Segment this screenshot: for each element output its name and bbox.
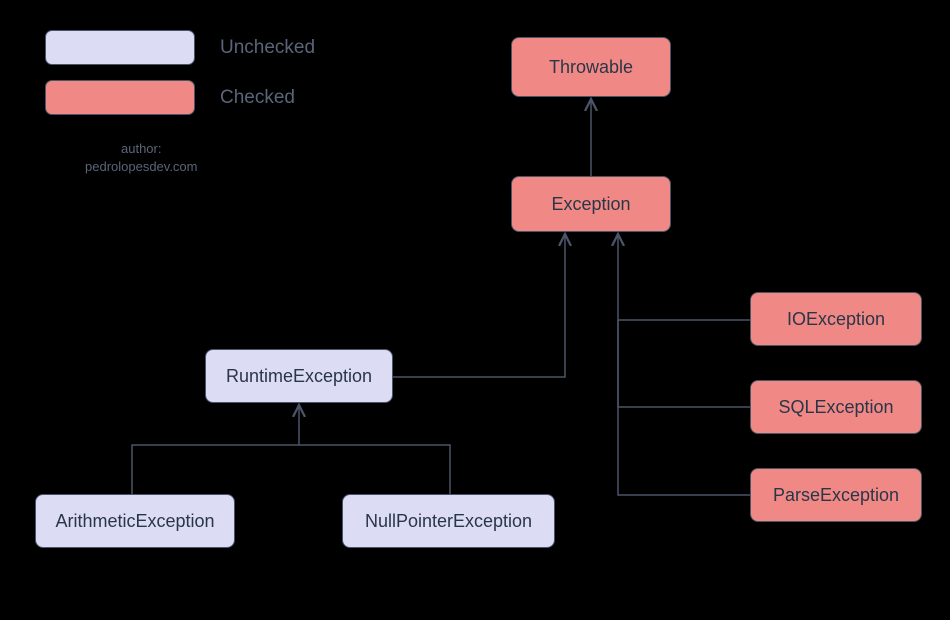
legend-label-unchecked: Unchecked [220, 37, 315, 59]
node-sql-exception-label: SQLException [778, 397, 893, 418]
node-io-exception: IOException [750, 292, 922, 346]
node-io-exception-label: IOException [787, 309, 885, 330]
legend-label-checked: Checked [220, 87, 295, 109]
node-throwable: Throwable [511, 37, 671, 97]
node-nullpointer-exception-label: NullPointerException [365, 511, 532, 532]
node-nullpointer-exception: NullPointerException [342, 494, 555, 548]
node-sql-exception: SQLException [750, 380, 922, 434]
legend-swatch-checked [45, 80, 195, 115]
node-exception: Exception [511, 176, 671, 232]
author-credit: author: pedrolopesdev.com [85, 140, 198, 176]
author-line2: pedrolopesdev.com [85, 159, 198, 174]
node-arithmetic-exception: ArithmeticException [35, 494, 235, 548]
node-runtime-exception: RuntimeException [205, 349, 393, 403]
node-runtime-exception-label: RuntimeException [226, 366, 372, 387]
node-parse-exception: ParseException [750, 468, 922, 522]
node-throwable-label: Throwable [549, 57, 633, 78]
author-line1: author: [121, 141, 161, 156]
node-exception-label: Exception [551, 194, 630, 215]
node-parse-exception-label: ParseException [773, 485, 899, 506]
legend-swatch-unchecked [45, 30, 195, 65]
node-arithmetic-exception-label: ArithmeticException [55, 511, 214, 532]
